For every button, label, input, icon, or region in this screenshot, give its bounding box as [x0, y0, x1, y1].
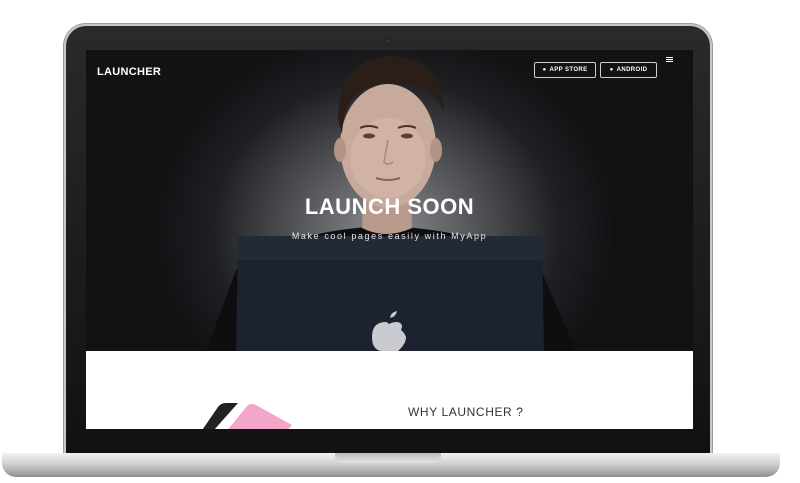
app-store-button[interactable]: ● APP STORE — [534, 62, 596, 78]
section-title: WHY LAUNCHER ? — [408, 405, 524, 419]
brand-logo[interactable]: LAUNCHER — [97, 66, 161, 78]
apple-icon: ● — [542, 67, 547, 73]
android-button[interactable]: ● ANDROID — [600, 62, 657, 78]
laptop-notch — [335, 453, 441, 463]
hero-title: LAUNCH SOON — [304, 194, 475, 219]
hamburger-menu-icon[interactable] — [666, 57, 673, 62]
camera — [385, 38, 391, 44]
laptop-screen: LAUNCHER ● APP STORE ● ANDROID LAUNCH SO… — [86, 50, 693, 429]
features-section: WHY LAUNCHER ? — [86, 351, 693, 429]
hero-subtitle: Make cool pages easily with MyApp — [291, 231, 488, 241]
hero-section: LAUNCHER ● APP STORE ● ANDROID LAUNCH SO… — [86, 50, 693, 351]
android-icon: ● — [609, 67, 614, 73]
android-label: ANDROID — [616, 67, 648, 73]
phone-illustration — [202, 403, 292, 429]
app-store-label: APP STORE — [549, 67, 588, 73]
